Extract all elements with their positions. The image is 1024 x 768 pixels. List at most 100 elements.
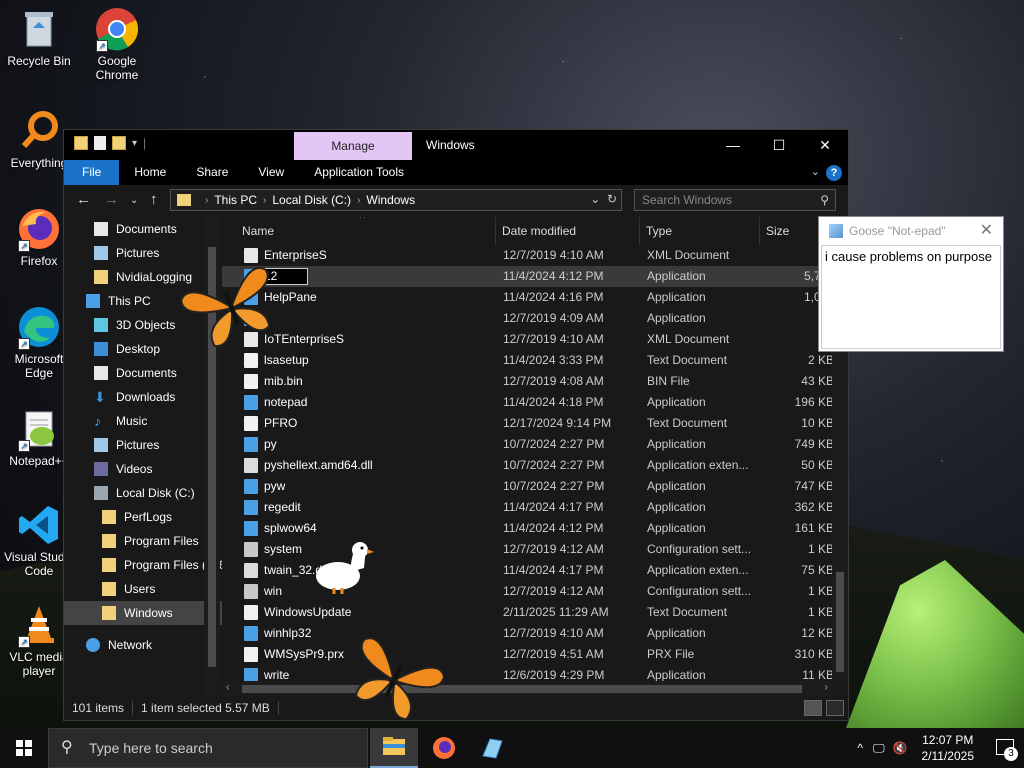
goose-note-text[interactable]: i cause problems on purpose: [821, 245, 1001, 349]
customize-qat-icon[interactable]: ▾: [132, 138, 137, 149]
horizontal-scrollbar[interactable]: ‹ ›: [222, 681, 832, 697]
address-controls: ⌄ ↻: [590, 192, 617, 206]
expand-ribbon-icon[interactable]: ⌄: [811, 165, 820, 178]
maximize-button[interactable]: ☐: [756, 130, 802, 160]
nav-item-users[interactable]: Users: [64, 577, 222, 601]
taskbar-search-placeholder: Type here to search: [89, 740, 213, 756]
new-folder-icon[interactable]: [112, 136, 126, 150]
forward-button[interactable]: →: [104, 191, 119, 208]
back-button[interactable]: ←: [76, 191, 91, 208]
nav-item-program-files-x86[interactable]: Program Files (x86): [64, 553, 222, 577]
tab-home[interactable]: Home: [119, 160, 181, 185]
file-date: 12/7/2019 4:10 AM: [503, 626, 604, 640]
nav-scroll-thumb[interactable]: [208, 247, 216, 667]
nav-item-windows[interactable]: Windows: [64, 601, 222, 625]
nav-item-downloads[interactable]: ⬇ Downloads: [64, 385, 222, 409]
manage-contextual-tab[interactable]: Manage: [294, 132, 412, 160]
nav-item-videos[interactable]: Videos: [64, 457, 222, 481]
nav-item-music[interactable]: ♪ Music: [64, 409, 222, 433]
details-view-button[interactable]: [804, 700, 822, 716]
file-type: PRX File: [647, 647, 695, 661]
address-dropdown-icon[interactable]: ⌄: [590, 192, 600, 206]
tab-share[interactable]: Share: [181, 160, 243, 185]
nav-scrollbar[interactable]: [204, 217, 220, 697]
nav-item-nvidialogging[interactable]: NvidiaLogging: [64, 265, 222, 289]
nav-item-this-pc[interactable]: This PC: [64, 289, 222, 313]
help-icon[interactable]: ?: [826, 165, 842, 181]
close-icon[interactable]: ✕: [980, 217, 993, 245]
table-row[interactable]: 1211/4/2024 4:12 PMApplication5,709: [222, 266, 848, 287]
network-tray-icon[interactable]: 🖵: [873, 741, 885, 756]
desktop-icon-google-chrome[interactable]: ↗ Google Chrome: [78, 6, 156, 82]
action-center-button[interactable]: 3: [984, 728, 1024, 768]
scroll-right-icon[interactable]: ›: [825, 682, 828, 693]
vscode-icon: [16, 502, 62, 548]
desktop-icon-recycle-bin[interactable]: Recycle Bin: [0, 6, 78, 68]
table-row[interactable]: notepad 11/4/2024 4:18 PM Application 196 K…: [222, 392, 848, 413]
file-type: Configuration sett...: [647, 584, 752, 598]
clock[interactable]: 12:07 PM 2/11/2025: [922, 732, 975, 764]
rename-input[interactable]: 12: [260, 268, 308, 285]
file-scroll-thumb[interactable]: [836, 572, 844, 672]
taskbar-file-explorer[interactable]: [370, 728, 418, 768]
table-row[interactable]: PFRO 12/17/2024 9:14 PM Text Document 10 KB: [222, 413, 848, 434]
scroll-left-icon[interactable]: ‹: [226, 682, 229, 693]
tab-file[interactable]: File: [64, 160, 120, 185]
notepad-icon: [829, 224, 843, 238]
address-bar[interactable]: › This PC › Local Disk (C:) › Windows ⌄ …: [170, 189, 622, 211]
nav-item-pictures[interactable]: Pictures: [64, 433, 222, 457]
horizontal-scroll-thumb[interactable]: [242, 685, 802, 693]
recent-locations-button[interactable]: ⌄: [130, 195, 138, 206]
nav-item-documents-quick[interactable]: Documents📌: [64, 217, 222, 241]
column-header-name[interactable]: Name: [236, 217, 496, 245]
table-row[interactable]: IoTEnterpriseS 12/7/2019 4:10 AM XML Docum…: [222, 329, 848, 350]
nav-item-3d-objects[interactable]: 3D Objects: [64, 313, 222, 337]
nav-item-network[interactable]: Network: [64, 633, 222, 657]
table-row[interactable]: py 10/7/2024 2:27 PM Application 749 KB: [222, 434, 848, 455]
up-button[interactable]: ↑: [150, 191, 158, 208]
nav-item-pictures-quick[interactable]: Pictures📌: [64, 241, 222, 265]
column-header-type[interactable]: Type: [640, 217, 760, 245]
show-hidden-icons-icon[interactable]: ^: [857, 741, 863, 755]
nav-item-program-files[interactable]: Program Files: [64, 529, 222, 553]
table-row[interactable]: HelpPane11/4/2024 4:16 PMApplication1,04…: [222, 287, 848, 308]
tab-view[interactable]: View: [243, 160, 299, 185]
nav-item-local-disk[interactable]: Local Disk (C:): [64, 481, 222, 505]
minimize-button[interactable]: —: [710, 130, 756, 160]
table-row[interactable]: win 12/7/2019 4:12 AM Configuration sett..…: [222, 581, 848, 602]
folder-icon: [102, 606, 116, 620]
table-row[interactable]: twain_32.dll 11/4/2024 4:17 PM Application…: [222, 560, 848, 581]
breadcrumb-this-pc[interactable]: This PC: [214, 193, 257, 207]
breadcrumb-local-disk[interactable]: Local Disk (C:): [272, 193, 351, 207]
column-header-date[interactable]: Date modified: [496, 217, 640, 245]
file-name: EnterpriseS: [264, 248, 327, 262]
table-row[interactable]: EnterpriseS 12/7/2019 4:10 AM XML Document…: [222, 245, 848, 266]
search-input[interactable]: Search Windows ⚲: [634, 189, 836, 211]
table-row[interactable]: winhlp32 12/7/2019 4:10 AM Application 12 K…: [222, 623, 848, 644]
table-row[interactable]: WindowsUpdate 2/11/2025 11:29 AM Text Docu…: [222, 602, 848, 623]
file-name: winhlp32: [264, 626, 312, 640]
table-row[interactable]: regedit 11/4/2024 4:17 PM Application 362 K…: [222, 497, 848, 518]
start-button[interactable]: [0, 728, 48, 768]
refresh-icon[interactable]: ↻: [607, 192, 617, 206]
nav-item-desktop[interactable]: Desktop: [64, 337, 222, 361]
close-button[interactable]: ✕: [802, 130, 848, 160]
tab-application-tools[interactable]: Application Tools: [299, 160, 419, 185]
nav-item-perflogs[interactable]: PerfLogs: [64, 505, 222, 529]
table-row[interactable]: WMSysPr9.prx 12/7/2019 4:51 AM PRX File 310…: [222, 644, 848, 665]
large-icons-view-button[interactable]: [826, 700, 844, 716]
taskbar-firefox[interactable]: [420, 728, 468, 768]
table-row[interactable]: pyshellext.amd64.dll 10/7/2024 2:27 PM App…: [222, 455, 848, 476]
table-row[interactable]: pyw 10/7/2024 2:27 PM Application 747 KB: [222, 476, 848, 497]
nav-item-documents[interactable]: Documents: [64, 361, 222, 385]
table-row[interactable]: splwow64 11/4/2024 4:12 PM Application 161 …: [222, 518, 848, 539]
taskbar-search-input[interactable]: ⚲ Type here to search: [48, 728, 368, 768]
table-row[interactable]: system 12/7/2019 4:12 AM Configuration set…: [222, 539, 848, 560]
breadcrumb-windows[interactable]: Windows: [366, 193, 415, 207]
table-row[interactable]: 12/7/2019 4:09 AMApplication18: [222, 308, 848, 329]
volume-muted-icon[interactable]: 🔇: [893, 741, 908, 755]
table-row[interactable]: mib.bin 12/7/2019 4:08 AM BIN File 43 KB: [222, 371, 848, 392]
taskbar-notepad[interactable]: [468, 728, 516, 768]
properties-icon[interactable]: [94, 136, 106, 150]
table-row[interactable]: lsasetup 11/4/2024 3:33 PM Text Document 2 …: [222, 350, 848, 371]
